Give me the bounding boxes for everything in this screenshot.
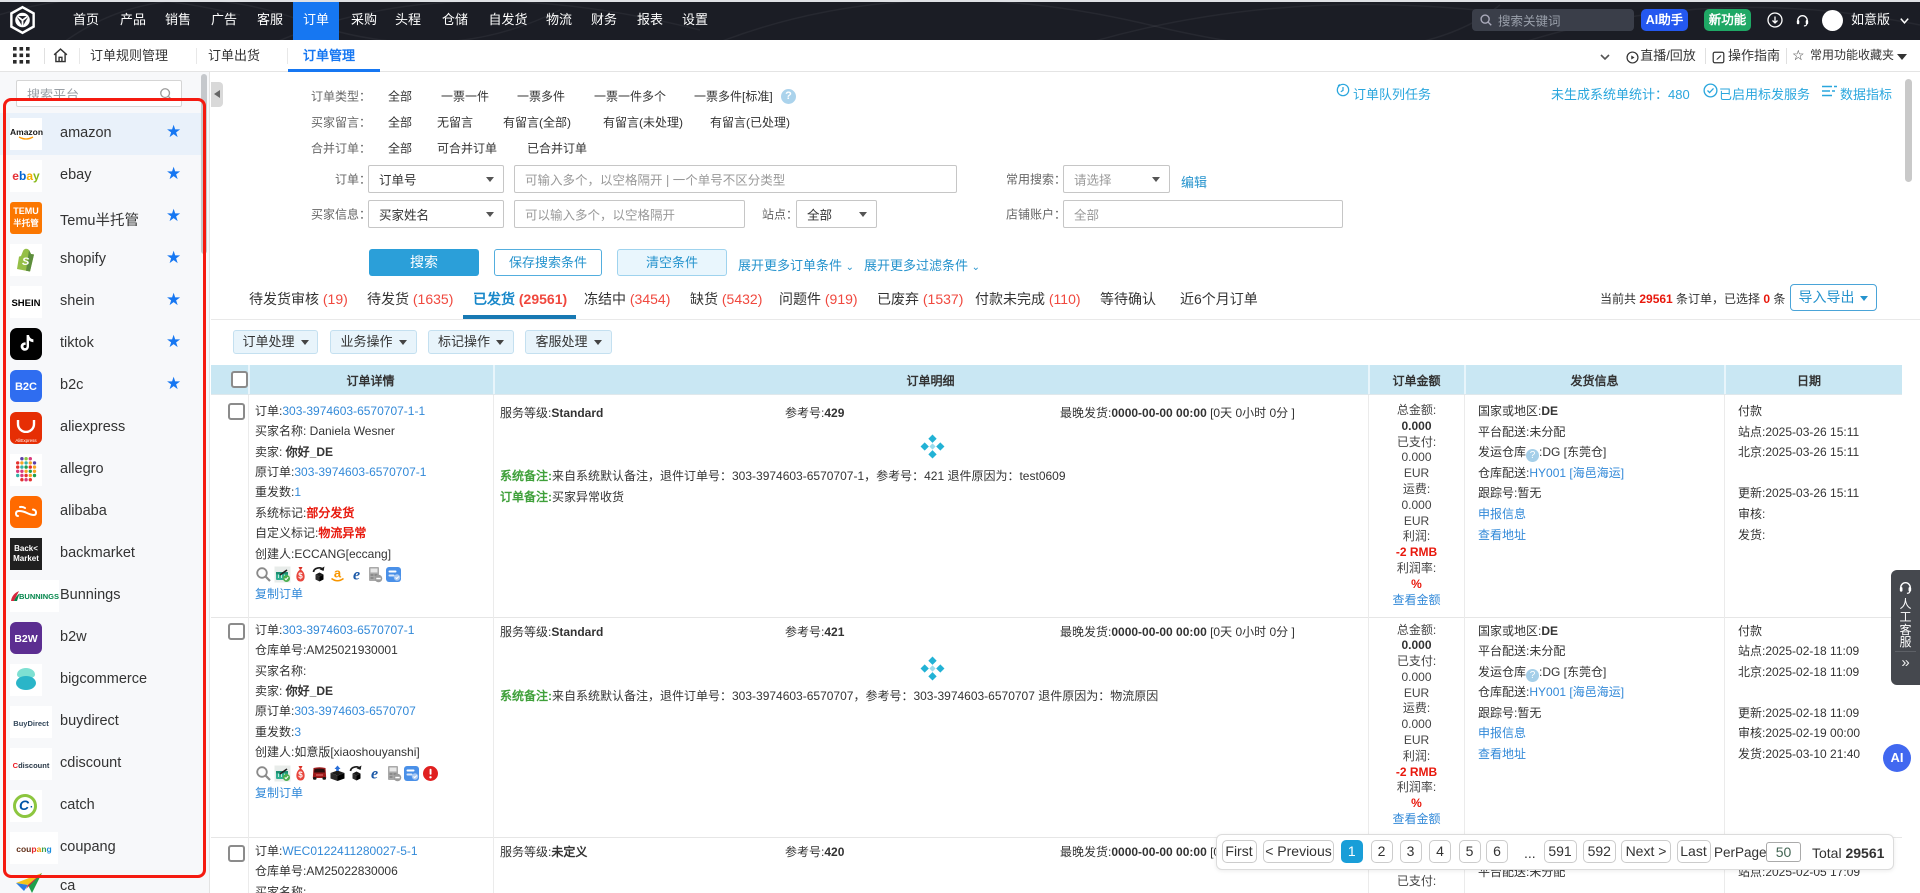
- svg-text:a: a: [334, 566, 342, 581]
- svg-text:$: $: [298, 770, 303, 779]
- svg-text:e: e: [352, 567, 359, 584]
- svg-text:e: e: [371, 765, 378, 782]
- svg-text:$: $: [298, 572, 303, 581]
